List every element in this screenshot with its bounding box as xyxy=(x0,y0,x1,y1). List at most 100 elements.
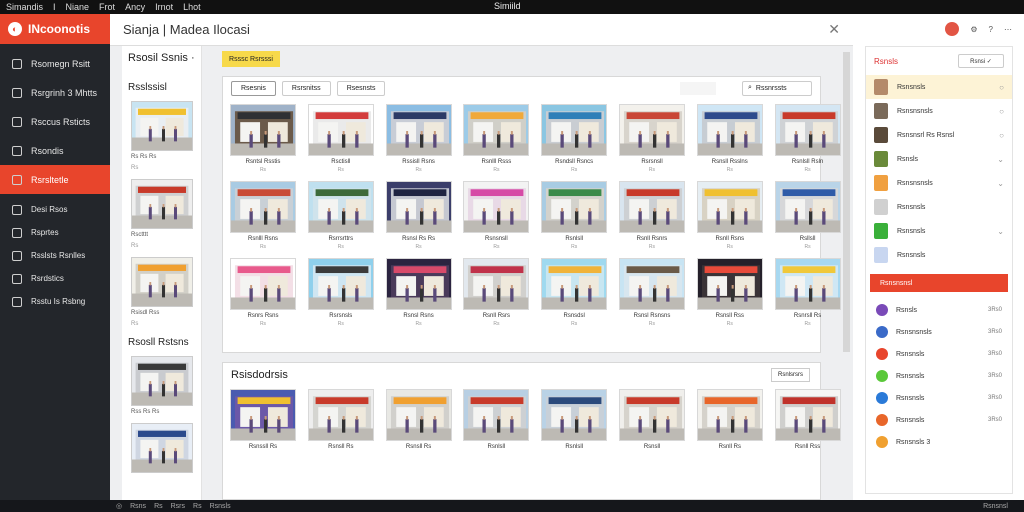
section-heading[interactable]: Rsosil Ssnis · xyxy=(122,46,201,64)
right-list-item[interactable]: Rsnsls ⌄ xyxy=(866,147,1012,171)
card-image xyxy=(541,389,608,441)
right-list-row[interactable]: Rsnsls 3Rs0 xyxy=(866,299,1012,321)
storefront-image xyxy=(308,105,373,155)
right-list-item[interactable]: Rsnsnsnsls ○ xyxy=(866,99,1012,123)
media-card[interactable]: Rsnll Rsnrs Rs xyxy=(618,181,689,250)
media-card[interactable]: Rsnsdsl Rs xyxy=(541,258,611,327)
brand[interactable]: ◐ INcoonotis xyxy=(0,14,110,44)
menu-item[interactable]: Niane xyxy=(66,2,90,12)
media-card[interactable]: Rsnsll Rsslns Rs xyxy=(696,104,767,173)
filter-chip[interactable]: Rsesnsts xyxy=(336,80,386,96)
media-card[interactable]: Rssisll Rsns Rs xyxy=(385,104,456,173)
more-icon[interactable]: ⋯ xyxy=(1004,25,1012,34)
sidebar-item[interactable]: Rsondis xyxy=(0,136,110,165)
menu-item[interactable]: Ancy xyxy=(125,2,145,12)
settings-icon[interactable]: ⚙ xyxy=(970,25,977,34)
sidebar-item[interactable]: Rsomegn Rsitt xyxy=(0,49,110,78)
right-list-item[interactable]: Rsnsnsnsls ⌄ xyxy=(866,171,1012,195)
sidebar-item[interactable]: Rsstu Is Rsbng xyxy=(0,290,110,313)
media-card[interactable]: Rsnrs Rsns Rs xyxy=(230,258,300,327)
media-card[interactable]: Rsndsll Rsncs Rs xyxy=(541,104,611,173)
right-list-row[interactable]: Rsnsnsls 3 xyxy=(866,431,1012,453)
media-card[interactable]: Rsnsl Rsns Rs xyxy=(385,258,456,327)
media-card[interactable]: Rsnsnsll Rs xyxy=(463,181,533,250)
item-status-icon[interactable]: ⌄ xyxy=(997,155,1004,164)
sidebar-item[interactable]: Rsrgrinh 3 Mhtts xyxy=(0,78,110,107)
close-icon[interactable]: ✕ xyxy=(828,21,840,38)
media-card[interactable]: Rsnll Rsns Rs xyxy=(696,181,767,250)
right-list-row[interactable]: Rsnsnsls 3Rs0 xyxy=(866,387,1012,409)
item-status-icon[interactable]: ○ xyxy=(999,83,1004,92)
sidebar-item[interactable]: Rsrsltetle xyxy=(0,165,110,194)
right-list-item[interactable]: Rsnsnsls ○ xyxy=(866,75,1012,99)
media-card[interactable]: Rsctisll Rs xyxy=(307,104,378,173)
primary-button[interactable]: Rsnsnsnsl xyxy=(870,274,1008,292)
media-card[interactable]: Rsnsl Rs Rs Rs xyxy=(385,181,456,250)
card-image xyxy=(230,104,296,156)
right-list-row[interactable]: Rsnsnsls 3Rs0 xyxy=(866,365,1012,387)
filter-chip[interactable]: Rsesnis xyxy=(231,80,276,96)
media-card[interactable]: Rsnll Rs xyxy=(696,389,767,450)
media-card[interactable]: Rsnssll Rs xyxy=(230,389,300,450)
media-card[interactable]: Rsnlsll xyxy=(541,389,611,450)
media-card[interactable]: Rsllsll Rs xyxy=(774,181,845,250)
sidebar-item[interactable]: Rsslsts Rsnlles xyxy=(0,244,110,267)
media-card[interactable]: Rsnsll Rss Rs xyxy=(696,258,767,327)
right-list-row[interactable]: Rsnsnsls 3Rs0 xyxy=(866,343,1012,365)
media-card[interactable]: Rsrsnsll Rs xyxy=(618,104,689,173)
sidebar-item[interactable]: Rsrdstics xyxy=(0,267,110,290)
sidebar-thumbnail[interactable] xyxy=(131,423,193,473)
sidebar-item[interactable]: Rsprtes xyxy=(0,221,110,244)
sidebar-thumbnail[interactable]: Rs Rs Rs Rs xyxy=(131,101,193,171)
menu-item[interactable]: Simandis xyxy=(6,2,43,12)
media-card[interactable]: Rsnsl Rsnsns Rs xyxy=(618,258,689,327)
media-card[interactable]: Rsnlsll Rs xyxy=(541,181,611,250)
help-icon[interactable]: ? xyxy=(989,25,993,34)
media-card[interactable]: Rsnlll Rsns Rs xyxy=(230,181,300,250)
card-image xyxy=(385,181,452,233)
right-list-row[interactable]: Rsnsnsls 3Rs0 xyxy=(866,409,1012,431)
media-card[interactable]: Rsrsnsls Rs xyxy=(307,258,378,327)
panel-action-button[interactable]: Rsnlsrsrs xyxy=(771,368,810,382)
sidebar-thumbnail[interactable]: Rss Rs Rs xyxy=(131,356,193,415)
media-card[interactable]: Rsnlll Rsss Rs xyxy=(463,104,533,173)
settings-icon xyxy=(12,296,22,307)
item-status-icon[interactable]: ⌄ xyxy=(997,179,1004,188)
search-input[interactable]: ⌕ Rssnrssts xyxy=(742,80,812,96)
media-card[interactable]: Rsnsll Rs xyxy=(307,389,378,450)
media-card[interactable]: Rsnll Rsrs Rs xyxy=(463,258,533,327)
item-status-icon[interactable]: ○ xyxy=(999,107,1004,116)
media-card[interactable]: Rsnsll Rs xyxy=(385,389,456,450)
sidebar-item-label: Rsprtes xyxy=(31,228,59,237)
menu-item[interactable]: Frot xyxy=(99,2,115,12)
right-list-row[interactable]: Rsnsnsnsls 3Rs0 xyxy=(866,321,1012,343)
filter-chip[interactable]: Rsrsnitss xyxy=(281,80,331,96)
sidebar-item[interactable]: Desi Rsos xyxy=(0,198,110,221)
sidebar-thumbnail[interactable]: Rsctttt Rs xyxy=(131,179,193,249)
sidebar-thumbnail[interactable]: Rsisdl Rss Rs xyxy=(131,257,193,327)
filter-badge[interactable]: Rsssc Rsrsssi xyxy=(222,51,280,67)
item-status-icon[interactable]: ○ xyxy=(999,131,1004,140)
media-card[interactable]: Rsnll Rss xyxy=(774,389,845,450)
right-list-item[interactable]: Rsnsnsrl Rs Rsnsl ○ xyxy=(866,123,1012,147)
scrollbar[interactable] xyxy=(843,52,850,352)
media-card[interactable]: Rsnsll xyxy=(618,389,689,450)
storefront-image xyxy=(775,105,840,155)
menu-item[interactable]: Lhot xyxy=(183,2,201,12)
media-card[interactable]: Rsnlsll xyxy=(463,389,533,450)
right-list-item[interactable]: Rsnsnsls xyxy=(866,195,1012,219)
left-column: Rsosil Ssnis · Rsslssisl Rs Rs Rs Rs Rsctt… xyxy=(122,46,202,500)
right-list-item[interactable]: Rsnsnsls xyxy=(866,243,1012,267)
media-card[interactable]: Rsntsl Rsstis Rs xyxy=(230,104,300,173)
sidebar-item[interactable]: Rsccus Rsticts xyxy=(0,107,110,136)
avatar[interactable] xyxy=(945,22,960,36)
media-card[interactable]: Rsnrsll Rs Rs xyxy=(774,258,845,327)
media-card[interactable]: Rsnlsll Rsln Rs xyxy=(774,104,845,173)
item-status-icon[interactable]: ⌄ xyxy=(997,227,1004,236)
search-button[interactable]: Rsnsi ✓ xyxy=(958,54,1004,68)
menu-item[interactable]: I xyxy=(53,2,56,12)
menu-item[interactable]: Irnot xyxy=(155,2,173,12)
panel-title: Rsnsls xyxy=(874,56,899,66)
media-card[interactable]: Rsrrsrttrs Rs xyxy=(307,181,378,250)
right-list-item[interactable]: Rsnsnsls ⌄ xyxy=(866,219,1012,243)
